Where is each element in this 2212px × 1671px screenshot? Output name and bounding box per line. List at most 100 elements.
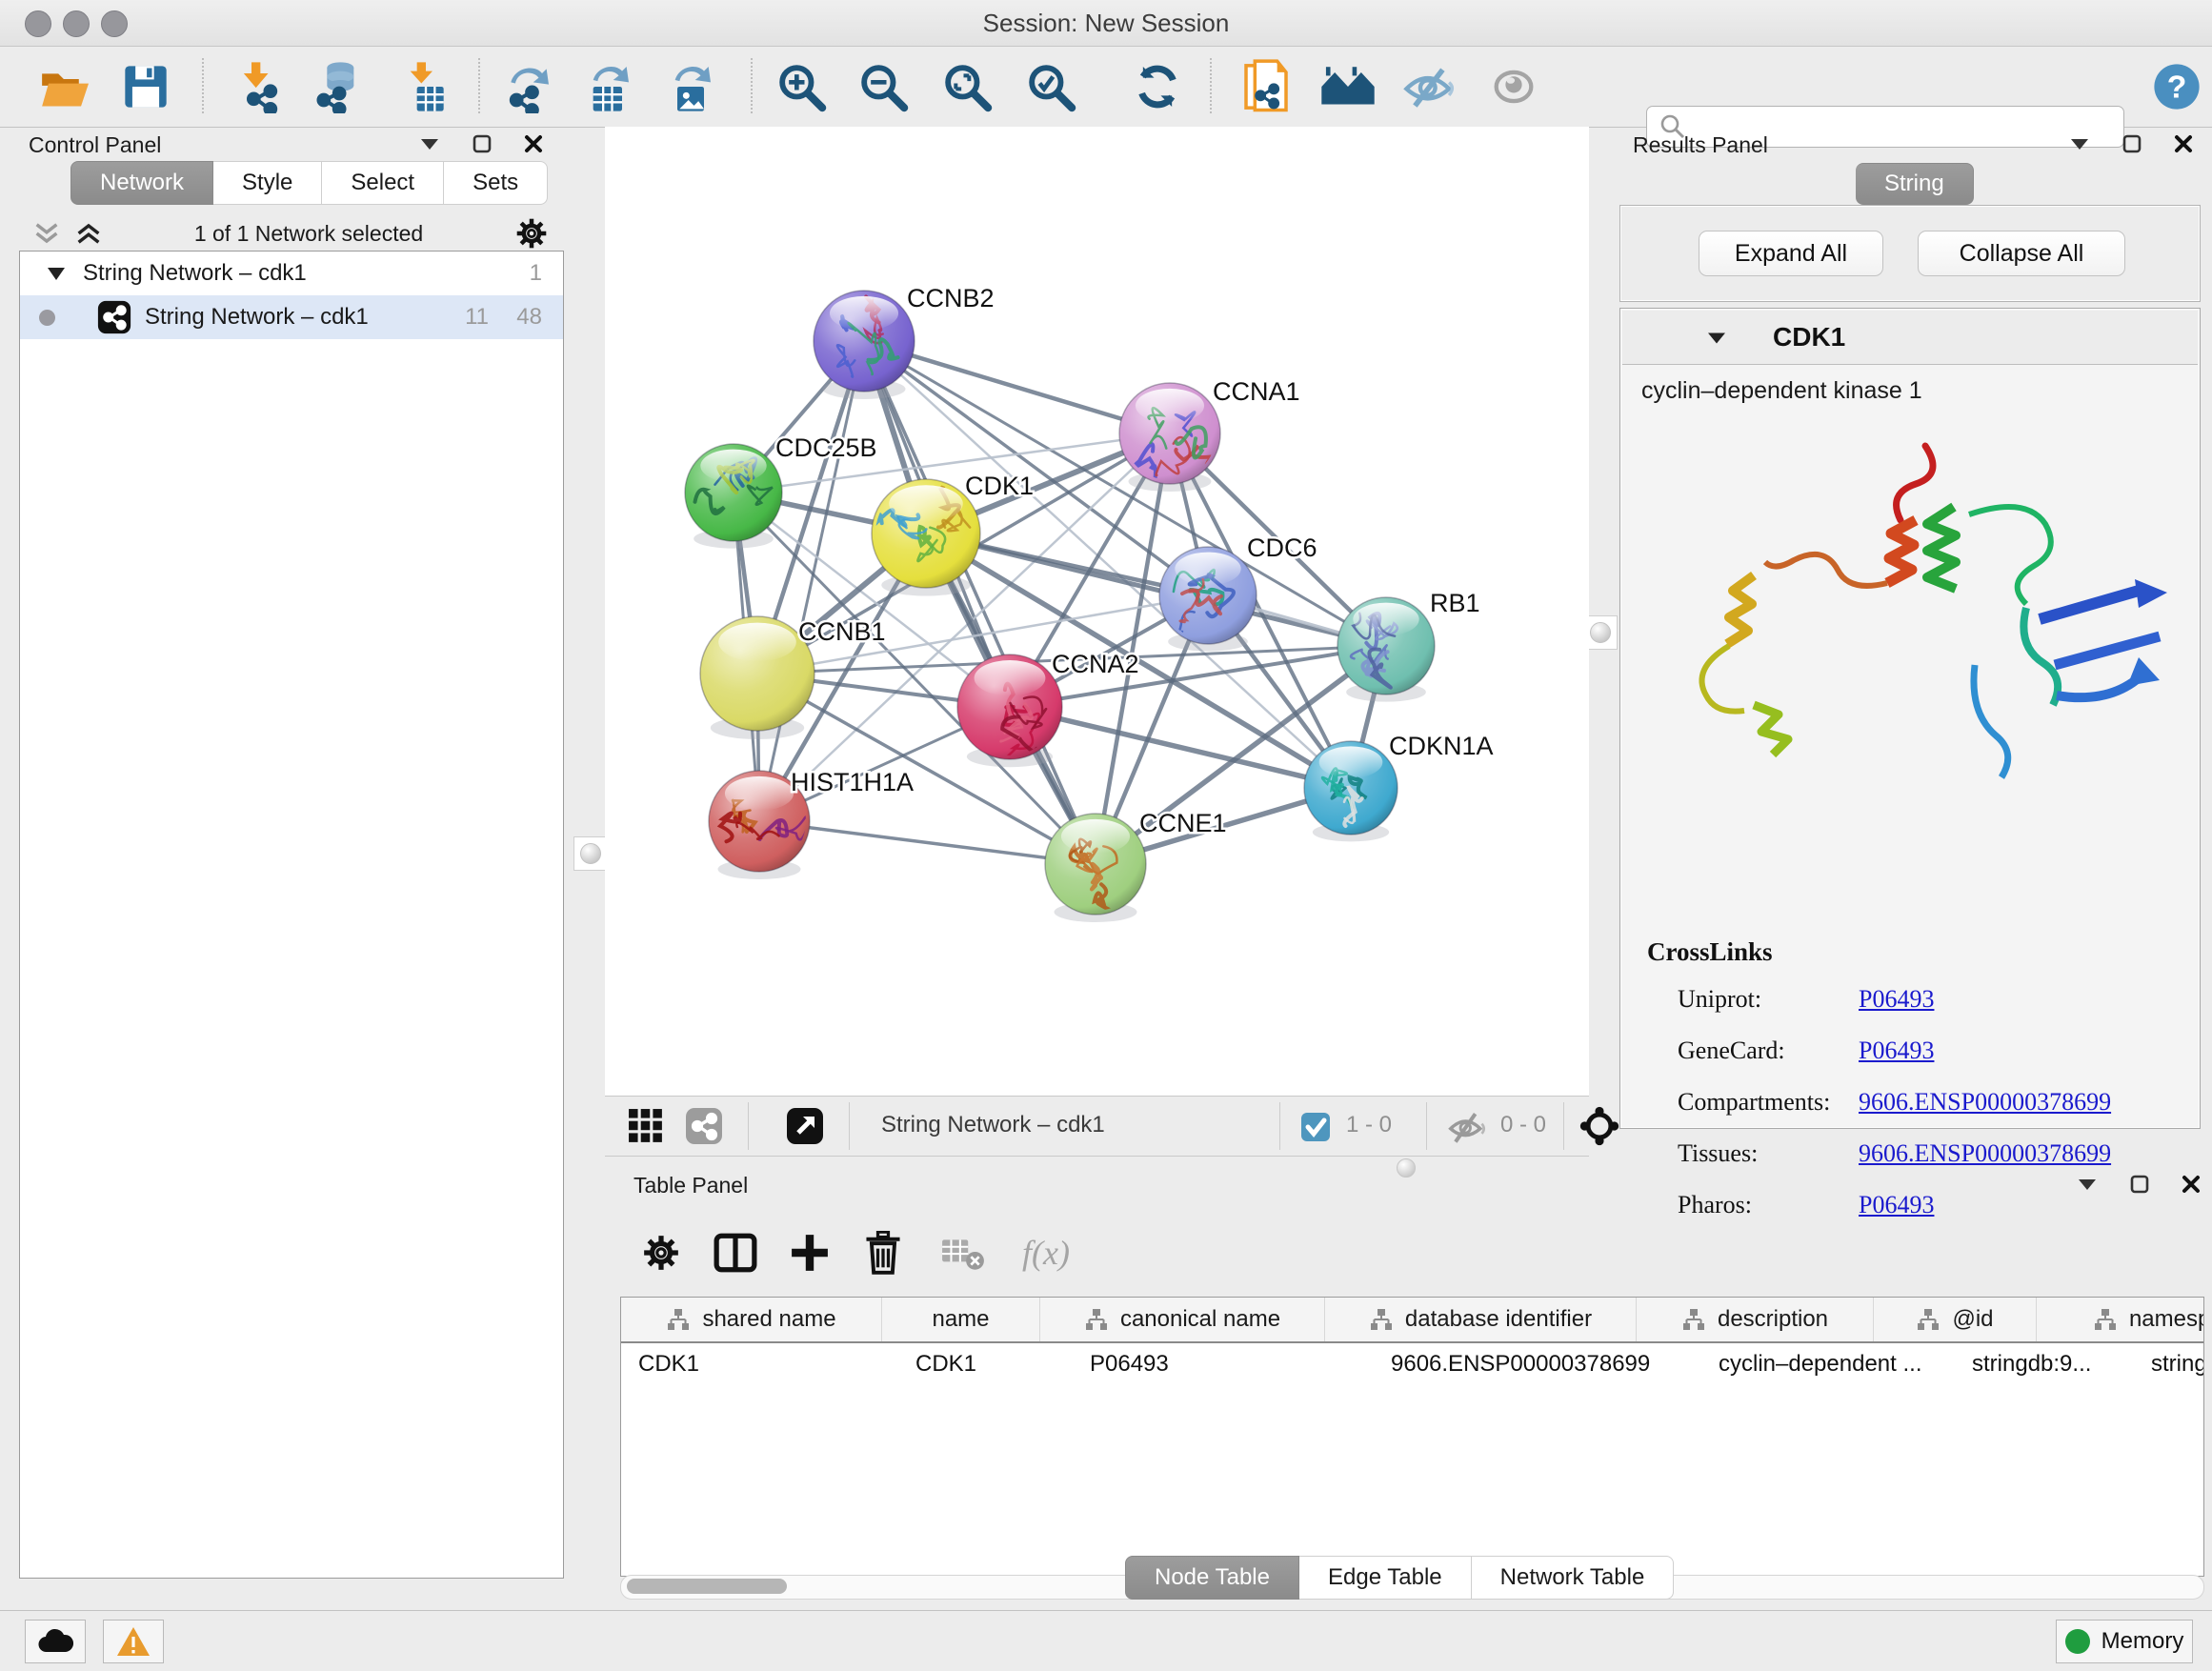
node-CCNE1[interactable] [1045, 814, 1146, 922]
tab-edge-table[interactable]: Edge Table [1299, 1556, 1472, 1600]
panel-maximize-icon[interactable] [2130, 1175, 2149, 1194]
open-in-window-icon[interactable] [786, 1107, 824, 1145]
crosslink-link[interactable]: 9606.ENSP00000378699 [1859, 1088, 2111, 1117]
export-network-button[interactable] [497, 58, 560, 115]
birdseye-grid-icon[interactable] [628, 1108, 664, 1144]
node-label-CDKN1A: CDKN1A [1389, 732, 1494, 760]
network-canvas[interactable]: CCNB2CCNA1CDC25BCDK1CDC6RB1CCNB1CCNA2CDK… [605, 127, 1589, 1096]
toolbar-separator [751, 58, 753, 113]
string-panel-icon[interactable] [685, 1107, 723, 1145]
left-splitter-handle[interactable] [573, 836, 608, 871]
help-button[interactable]: ? [2145, 58, 2208, 115]
table-cell[interactable]: cyclin–dependent ... [1701, 1343, 1955, 1385]
column-header-shared-name[interactable]: shared name [621, 1298, 882, 1341]
export-image-button[interactable] [659, 58, 722, 115]
network-state-dot-icon [39, 310, 55, 326]
zoom-fit-button[interactable] [935, 58, 998, 115]
column-header-name[interactable]: name [882, 1298, 1040, 1341]
panel-float-icon[interactable] [2069, 136, 2090, 151]
crosslink-label: Tissues: [1678, 1139, 1859, 1168]
tab-network[interactable]: Network [70, 161, 213, 205]
show-eye-icon [1487, 62, 1540, 111]
entry-expander-icon[interactable] [1706, 330, 1727, 346]
node-CCNB1[interactable] [700, 616, 814, 739]
cloud-button[interactable] [25, 1620, 86, 1663]
export-table-button[interactable] [577, 58, 640, 115]
collapse-all-button[interactable]: Collapse All [1918, 231, 2125, 276]
expand-all-button[interactable]: Expand All [1699, 231, 1883, 276]
tab-sets[interactable]: Sets [444, 161, 548, 205]
result-entry-header[interactable]: CDK1 [1622, 311, 2198, 365]
node-label-CDC25B: CDC25B [775, 433, 877, 462]
table-options-gear-icon[interactable] [641, 1233, 681, 1273]
table-cell[interactable]: stringdb [2134, 1343, 2204, 1385]
home-networks-button[interactable] [1317, 58, 1379, 115]
crosslink-link[interactable]: P06493 [1859, 985, 1934, 1014]
network-row-selected[interactable]: String Network – cdk1 11 48 [20, 295, 563, 339]
zoom-in-button[interactable] [770, 58, 833, 115]
tab-node-table[interactable]: Node Table [1125, 1556, 1299, 1600]
node-label-CCNB2: CCNB2 [907, 284, 995, 312]
warnings-button[interactable] [103, 1620, 164, 1663]
column-header-description[interactable]: description [1637, 1298, 1874, 1341]
panel-float-icon[interactable] [2077, 1177, 2098, 1192]
show-eye-button[interactable] [1482, 58, 1545, 115]
column-header-namespace[interactable]: namespace [2037, 1298, 2204, 1341]
collapse-all-icon[interactable] [32, 221, 61, 246]
column-header-canonical-name[interactable]: canonical name [1040, 1298, 1325, 1341]
selected-checkbox-icon[interactable] [1300, 1112, 1331, 1142]
memory-button[interactable]: Memory [2056, 1620, 2193, 1663]
table-cell[interactable]: CDK1 [898, 1343, 1073, 1385]
node-label-RB1: RB1 [1430, 589, 1480, 617]
table-cell[interactable]: P06493 [1073, 1343, 1374, 1385]
hierarchy-icon [2093, 1308, 2118, 1331]
tree-expander-icon[interactable] [47, 267, 66, 281]
zoom-out-button[interactable] [852, 58, 915, 115]
save-session-button[interactable] [114, 58, 177, 115]
node-RB1[interactable] [1337, 597, 1435, 702]
tab-network-table[interactable]: Network Table [1472, 1556, 1675, 1600]
network-view-title: String Network – cdk1 [881, 1112, 1105, 1138]
refresh-button[interactable] [1126, 58, 1189, 115]
zoom-selected-button[interactable] [1019, 58, 1082, 115]
node-CCNA1[interactable] [1119, 383, 1220, 492]
expand-all-icon[interactable] [74, 221, 103, 246]
node-CDC6[interactable] [1159, 547, 1257, 652]
network-collection-row[interactable]: String Network – cdk1 1 [20, 252, 563, 295]
node-CDK1[interactable] [872, 476, 980, 595]
network-graph[interactable]: CCNB2CCNA1CDC25BCDK1CDC6RB1CCNB1CCNA2CDK… [605, 127, 1589, 1096]
node-CDC25B[interactable] [685, 444, 782, 549]
show-columns-icon[interactable] [714, 1232, 757, 1274]
crosslink-link[interactable]: 9606.ENSP00000378699 [1859, 1139, 2111, 1168]
table-cell[interactable]: stringdb:9... [1955, 1343, 2134, 1385]
panel-close-icon[interactable] [2174, 134, 2193, 153]
panel-maximize-icon[interactable] [473, 134, 492, 153]
import-network-button[interactable] [227, 58, 290, 115]
open-session-button[interactable] [33, 58, 96, 115]
network-options-gear-icon[interactable] [514, 216, 549, 251]
panel-close-icon[interactable] [2182, 1175, 2201, 1194]
tab-string[interactable]: String [1856, 163, 1974, 205]
tab-select[interactable]: Select [322, 161, 444, 205]
panel-maximize-icon[interactable] [2122, 134, 2142, 153]
delete-column-icon[interactable] [864, 1231, 902, 1275]
scrollbar-thumb[interactable] [627, 1579, 787, 1594]
import-database-button[interactable] [307, 58, 370, 115]
table-row[interactable]: CDK1CDK1P064939606.ENSP00000378699cyclin… [621, 1343, 2203, 1385]
node-CDKN1A[interactable] [1304, 741, 1398, 841]
column-header-@id[interactable]: @id [1874, 1298, 2037, 1341]
table-cell[interactable]: CDK1 [621, 1343, 898, 1385]
node-CCNA2[interactable] [957, 654, 1062, 775]
panel-close-icon[interactable] [524, 134, 543, 153]
tab-style[interactable]: Style [213, 161, 322, 205]
table-cell[interactable]: 9606.ENSP00000378699 [1374, 1343, 1701, 1385]
column-header-database-identifier[interactable]: database identifier [1325, 1298, 1637, 1341]
memory-label: Memory [2101, 1628, 2184, 1655]
add-column-icon[interactable] [790, 1233, 830, 1273]
crosslink-link[interactable]: P06493 [1859, 1037, 1934, 1065]
hide-eye-button[interactable] [1398, 58, 1461, 115]
document-share-button[interactable] [1235, 58, 1297, 115]
panel-float-icon[interactable] [419, 136, 440, 151]
table-panel: Table Panel f(x) shared namenamecanonica… [620, 1171, 2212, 1599]
import-table-button[interactable] [394, 58, 457, 115]
